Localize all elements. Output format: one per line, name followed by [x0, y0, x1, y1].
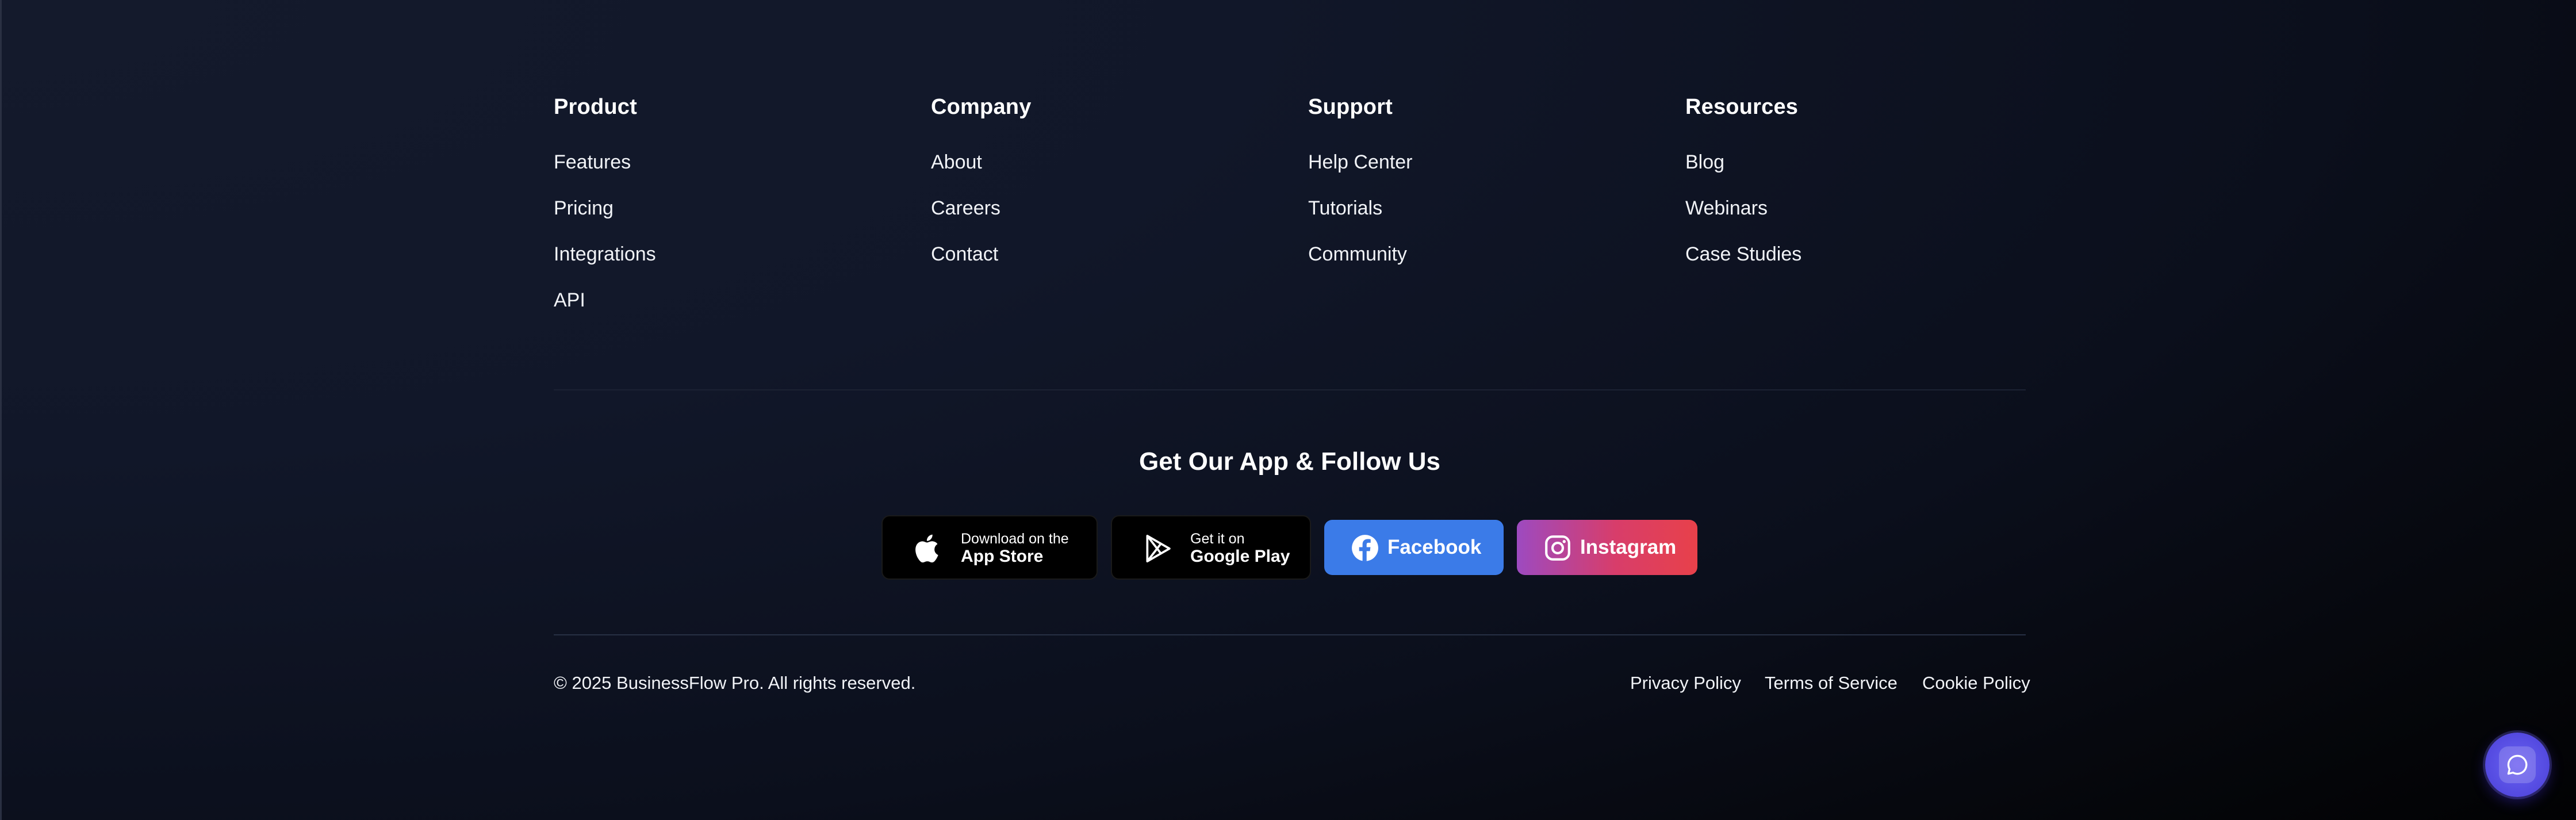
- facebook-button[interactable]: Facebook: [1324, 520, 1504, 575]
- column-heading: Support: [1308, 95, 1393, 119]
- apple-icon: [915, 534, 938, 563]
- instagram-label: Instagram: [1580, 536, 1677, 558]
- column-heading: Product: [554, 95, 637, 119]
- app-store-label: App Store: [961, 547, 1044, 566]
- instagram-button[interactable]: Instagram: [1517, 520, 1697, 575]
- footer-link-help-center[interactable]: Help Center: [1308, 151, 1412, 173]
- app-store-button[interactable]: Download on the App Store: [881, 515, 1098, 580]
- footer-link-tutorials[interactable]: Tutorials: [1308, 197, 1382, 219]
- privacy-policy-link[interactable]: Privacy Policy: [1630, 670, 1741, 696]
- app-store-caption: Download on the: [961, 531, 1069, 547]
- legal-links: Privacy Policy Terms of Service Cookie P…: [1630, 670, 2030, 696]
- google-play-label: Google Play: [1190, 547, 1290, 566]
- google-play-caption: Get it on: [1190, 531, 1245, 547]
- footer-columns: Product Features Pricing Integrations AP…: [554, 92, 2026, 322]
- footer-link-api[interactable]: API: [554, 289, 585, 311]
- column-heading: Resources: [1685, 95, 1799, 119]
- instagram-icon: [1545, 535, 1570, 561]
- terms-of-service-link[interactable]: Terms of Service: [1765, 670, 1897, 696]
- footer-column-resources: Resources Blog Webinars Case Studies: [1685, 92, 2007, 285]
- copyright-text: © 2025 BusinessFlow Pro. All rights rese…: [554, 673, 916, 693]
- footer-link-pricing[interactable]: Pricing: [554, 197, 614, 219]
- cookie-policy-link[interactable]: Cookie Policy: [1922, 670, 2030, 696]
- footer-link-contact[interactable]: Contact: [931, 243, 998, 265]
- footer-link-case-studies[interactable]: Case Studies: [1685, 243, 1801, 265]
- footer-link-webinars[interactable]: Webinars: [1685, 197, 1768, 219]
- chat-bubble-icon: [2507, 754, 2528, 775]
- footer-bottom-divider: [554, 634, 2026, 635]
- footer-link-community[interactable]: Community: [1308, 243, 1407, 265]
- column-heading: Company: [931, 95, 1032, 119]
- footer-column-support: Support Help Center Tutorials Community: [1308, 92, 1630, 285]
- footer-link-integrations[interactable]: Integrations: [554, 243, 656, 265]
- chat-widget-button[interactable]: [2485, 733, 2550, 797]
- play-icon: [1146, 534, 1171, 563]
- app-section-title: Get Our App & Follow Us: [1139, 447, 1440, 476]
- footer-link-blog[interactable]: Blog: [1685, 151, 1724, 173]
- facebook-icon: [1352, 535, 1378, 561]
- footer-link-features[interactable]: Features: [554, 151, 631, 173]
- footer-column-company: Company About Careers Contact: [931, 92, 1253, 285]
- footer-divider: [554, 389, 2026, 390]
- app-and-social-buttons: Download on the App Store Get it on Goog…: [554, 515, 2026, 580]
- footer-column-product: Product Features Pricing Integrations AP…: [554, 92, 876, 331]
- facebook-label: Facebook: [1387, 536, 1482, 558]
- footer-link-about[interactable]: About: [931, 151, 982, 173]
- footer-link-careers[interactable]: Careers: [931, 197, 1000, 219]
- google-play-button[interactable]: Get it on Google Play: [1111, 515, 1311, 580]
